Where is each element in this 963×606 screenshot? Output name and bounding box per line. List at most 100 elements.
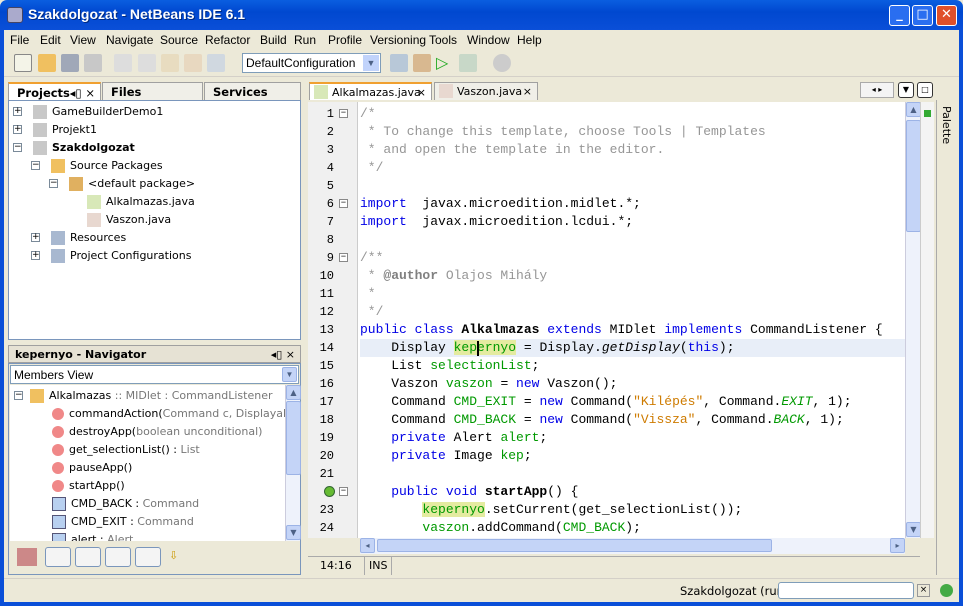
code-line[interactable]: [360, 177, 905, 195]
scroll-thumb[interactable]: [906, 120, 921, 232]
code-line[interactable]: public class Alkalmazas extends MIDlet i…: [360, 321, 905, 339]
menu-help[interactable]: Help: [517, 33, 542, 47]
menu-file[interactable]: File: [10, 33, 29, 47]
scroll-right-icon[interactable]: ▸: [890, 538, 905, 553]
cancel-task-icon[interactable]: ×: [917, 584, 930, 597]
menu-window[interactable]: Window: [467, 33, 510, 47]
code-line[interactable]: vaszon.addCommand(CMD_BACK);: [360, 519, 905, 537]
scroll-thumb[interactable]: [286, 401, 301, 475]
code-editor[interactable]: 1 2 3 4 5 6 7 8 9 10 11 12 13 14 15 16 17 18 19 20 21 23 24− − −…: [308, 102, 905, 538]
fold-icon[interactable]: −: [339, 487, 348, 496]
chevron-down-icon[interactable]: ▼: [363, 55, 379, 71]
show-static-button[interactable]: [75, 547, 101, 567]
tab-services[interactable]: Services: [204, 82, 301, 100]
tree-item[interactable]: + Projekt1: [13, 121, 97, 139]
code-line[interactable]: private Image kep;: [360, 447, 905, 465]
show-fields-button[interactable]: [45, 547, 71, 567]
menu-build[interactable]: Build: [260, 33, 287, 47]
close-tab-icon[interactable]: ×: [417, 86, 426, 99]
code-line[interactable]: [360, 231, 905, 249]
scroll-down-icon[interactable]: ▼: [906, 522, 921, 537]
menu-run[interactable]: Run: [294, 33, 316, 47]
code-line[interactable]: /*: [360, 105, 905, 123]
clean-build-icon[interactable]: [413, 54, 431, 72]
new-project-icon[interactable]: [38, 54, 56, 72]
expander-icon[interactable]: −: [13, 143, 22, 152]
run-icon[interactable]: ▷: [436, 54, 454, 72]
code-line[interactable]: Display kepernyo = Display.getDisplay(th…: [360, 339, 905, 357]
expander-icon[interactable]: −: [31, 161, 40, 170]
code-line[interactable]: * To change this template, choose Tools …: [360, 123, 905, 141]
tree-item[interactable]: − Szakdolgozat: [13, 139, 135, 157]
code-line[interactable]: kepernyo.setCurrent(get_selectionList())…: [360, 501, 905, 519]
code-line[interactable]: * @author Olajos Mihály: [360, 267, 905, 285]
paste-icon[interactable]: [161, 54, 179, 72]
tab-files[interactable]: Files: [102, 82, 203, 100]
menu-source[interactable]: Source: [160, 33, 198, 47]
editor-tab[interactable]: Alkalmazas.java ×: [309, 82, 432, 100]
copy-icon[interactable]: [138, 54, 156, 72]
new-file-icon[interactable]: [14, 54, 32, 72]
minimize-close-icons[interactable]: ◂▯ ×: [271, 348, 295, 361]
cut-icon[interactable]: [114, 54, 132, 72]
maximize-button[interactable]: □: [912, 5, 933, 26]
scroll-up-icon[interactable]: ▲: [906, 102, 921, 117]
tree-item[interactable]: Vaszon.java: [67, 211, 171, 229]
code-line[interactable]: * and open the template in the editor.: [360, 141, 905, 159]
undo-icon[interactable]: [184, 54, 202, 72]
code-line[interactable]: *: [360, 285, 905, 303]
scroll-thumb[interactable]: [377, 539, 772, 552]
code-line[interactable]: Vaszon vaszon = new Vaszon();: [360, 375, 905, 393]
scroll-down-icon[interactable]: ▼: [286, 525, 301, 540]
member-item[interactable]: pauseApp(): [52, 459, 132, 477]
profile-icon[interactable]: [493, 54, 511, 72]
sort-source-icon[interactable]: ⇩: [169, 549, 185, 565]
build-icon[interactable]: [390, 54, 408, 72]
code-line[interactable]: import javax.microedition.lcdui.*;: [360, 213, 905, 231]
tree-item-root[interactable]: − Alkalmazas :: MIDlet : CommandListener: [14, 387, 273, 405]
error-stripe[interactable]: [920, 102, 934, 538]
member-item[interactable]: CMD_EXIT : Command: [52, 513, 194, 531]
member-item[interactable]: CMD_BACK : Command: [52, 495, 199, 513]
view-select[interactable]: Members View ▼: [10, 365, 299, 384]
configuration-select[interactable]: DefaultConfiguration ▼: [242, 53, 381, 73]
code-line[interactable]: List selectionList;: [360, 357, 905, 375]
code-line[interactable]: Command CMD_BACK = new Command("Vissza",…: [360, 411, 905, 429]
close-tab-icon[interactable]: ×: [523, 85, 532, 98]
close-button[interactable]: ✕: [936, 5, 957, 26]
menu-view[interactable]: View: [70, 33, 96, 47]
tab-projects[interactable]: Projects ◂▯ ×: [8, 82, 101, 100]
scroll-up-icon[interactable]: ▲: [286, 385, 301, 400]
minimize-close-icons[interactable]: ◂▯ ×: [70, 86, 95, 100]
code-line[interactable]: public void startApp() {: [360, 483, 905, 501]
expander-icon[interactable]: +: [13, 125, 22, 134]
scroll-tabs-buttons[interactable]: ◂ ▸: [860, 82, 894, 98]
collapse-icon[interactable]: −: [14, 391, 23, 400]
palette-tab[interactable]: Palette: [940, 106, 953, 144]
tree-item[interactable]: + GameBuilderDemo1: [13, 103, 163, 121]
editor-tab[interactable]: Vaszon.java ×: [434, 82, 538, 100]
scroll-left-icon[interactable]: ◂: [360, 538, 375, 553]
member-item[interactable]: commandAction(Command c, Displayable d): [52, 405, 299, 423]
document-list-button[interactable]: ▼: [898, 82, 914, 98]
expander-icon[interactable]: +: [31, 233, 40, 242]
member-item[interactable]: alert : Alert: [52, 531, 133, 541]
member-item[interactable]: startApp(): [52, 477, 125, 495]
member-item[interactable]: destroyApp(boolean unconditional): [52, 423, 262, 441]
code-line[interactable]: [360, 465, 905, 483]
menu-versioning[interactable]: Versioning: [370, 33, 426, 47]
tree-item[interactable]: − <default package>: [49, 175, 195, 193]
open-project-icon[interactable]: [61, 54, 79, 72]
fold-icon[interactable]: −: [339, 199, 348, 208]
redo-icon[interactable]: [207, 54, 225, 72]
expander-icon[interactable]: +: [31, 251, 40, 260]
fold-icon[interactable]: −: [339, 253, 348, 262]
minimize-button[interactable]: _: [889, 5, 910, 26]
tree-item[interactable]: + Project Configurations: [31, 247, 191, 265]
expander-icon[interactable]: +: [13, 107, 22, 116]
code-line[interactable]: private Alert alert;: [360, 429, 905, 447]
menu-tools[interactable]: Tools: [429, 33, 457, 47]
navigator-scrollbar[interactable]: ▲ ▼: [285, 385, 301, 541]
show-private-button[interactable]: [105, 547, 131, 567]
menu-edit[interactable]: Edit: [40, 33, 61, 47]
